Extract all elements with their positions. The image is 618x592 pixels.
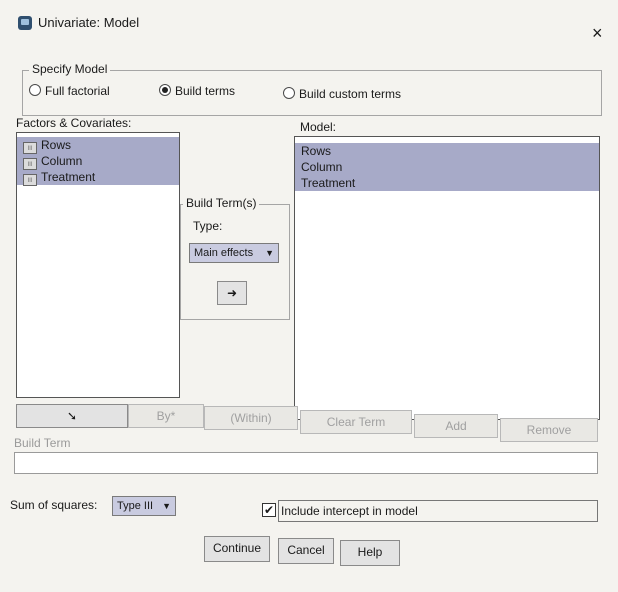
build-terms-legend: Build Term(s)	[183, 196, 260, 210]
factors-covariates-label: Factors & Covariates:	[16, 116, 132, 130]
model-list[interactable]: Rows Column Treatment	[294, 136, 600, 420]
radio-full-factorial-label: Full factorial	[45, 84, 110, 98]
build-term-label: Build Term	[14, 436, 71, 450]
sum-of-squares-label: Sum of squares:	[10, 498, 98, 512]
app-icon	[18, 16, 32, 30]
nominal-variable-icon: ıı	[23, 174, 37, 186]
remove-button[interactable]: Remove	[500, 418, 598, 442]
chevron-down-icon: ▼	[162, 501, 171, 511]
radio-full-factorial[interactable]: Full factorial	[29, 84, 110, 98]
continue-button[interactable]: Continue	[204, 536, 270, 562]
down-arrow-icon: ➘	[66, 409, 78, 423]
sum-of-squares-dropdown[interactable]: Type III ▼	[112, 496, 176, 516]
close-icon[interactable]: ×	[592, 24, 603, 42]
type-label: Type:	[193, 219, 223, 233]
model-item-label: Column	[301, 160, 343, 174]
factors-covariates-list[interactable]: ıı Rows ıı Column ıı Treatment	[16, 132, 180, 398]
chevron-down-icon: ▼	[265, 248, 274, 258]
factor-item-treatment[interactable]: ıı Treatment	[17, 169, 179, 186]
help-button[interactable]: Help	[340, 540, 400, 566]
term-type-value: Main effects	[194, 247, 254, 259]
model-item-rows[interactable]: Rows	[295, 143, 599, 159]
include-intercept-checkbox[interactable]: ✔	[262, 503, 276, 517]
model-item-column[interactable]: Column	[295, 159, 599, 175]
cancel-button[interactable]: Cancel	[278, 538, 334, 564]
radio-selected-icon	[159, 84, 171, 96]
radio-build-custom-terms[interactable]: Build custom terms	[283, 87, 401, 101]
factor-item-column[interactable]: ıı Column	[17, 153, 179, 170]
add-button[interactable]: Add	[414, 414, 498, 438]
include-intercept-label: Include intercept in model	[281, 504, 418, 518]
factor-item-label: Rows	[41, 138, 72, 152]
specify-model-legend: Specify Model	[29, 62, 111, 76]
by-button[interactable]: By*	[128, 404, 204, 428]
title-bar: Univariate: Model ×	[0, 0, 618, 42]
model-label: Model:	[300, 120, 337, 134]
build-term-field[interactable]	[14, 452, 598, 474]
move-to-model-button[interactable]: ➜	[217, 281, 247, 305]
include-intercept-label-box: Include intercept in model	[278, 500, 598, 522]
build-terms-group: Build Term(s) Type: Main effects ▼ ➜	[180, 196, 290, 320]
radio-button-icon	[29, 84, 41, 96]
clear-term-button[interactable]: Clear Term	[300, 410, 412, 434]
radio-button-icon	[283, 87, 295, 99]
radio-build-terms[interactable]: Build terms	[159, 84, 235, 98]
within-button[interactable]: (Within)	[204, 406, 298, 430]
add-term-arrow-button[interactable]: ➘	[16, 404, 128, 428]
factor-item-rows[interactable]: ıı Rows	[17, 137, 179, 154]
term-type-dropdown[interactable]: Main effects ▼	[189, 243, 279, 263]
model-item-label: Rows	[301, 144, 332, 158]
arrow-icon: ➜	[226, 286, 238, 300]
model-item-treatment[interactable]: Treatment	[295, 175, 599, 191]
radio-build-terms-label: Build terms	[175, 84, 236, 98]
sum-of-squares-value: Type III	[117, 500, 154, 512]
specify-model-group: Specify Model Full factorial Build terms…	[22, 62, 602, 116]
window-title: Univariate: Model	[38, 15, 140, 30]
radio-build-custom-terms-label: Build custom terms	[299, 87, 402, 101]
factor-item-label: Column	[41, 154, 83, 168]
factor-item-label: Treatment	[41, 170, 96, 184]
model-item-label: Treatment	[301, 176, 356, 190]
univariate-model-dialog: Univariate: Model × Specify Model Full f…	[0, 0, 618, 592]
